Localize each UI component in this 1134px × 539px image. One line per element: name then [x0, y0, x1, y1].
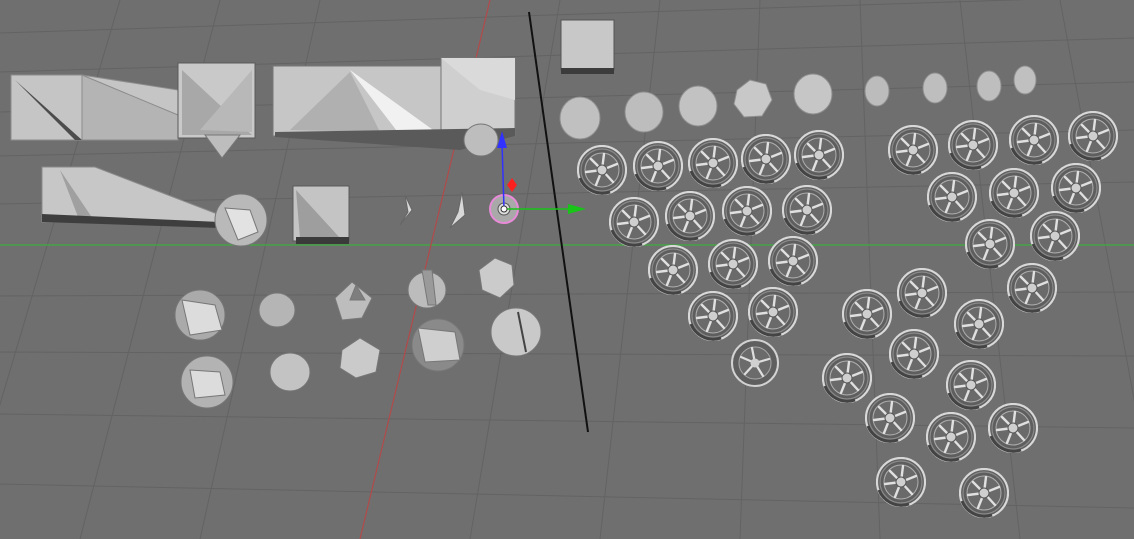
- wheel-array-left[interactable]: [577, 130, 844, 388]
- top-box-mesh[interactable]: [560, 19, 615, 74]
- divider-line[interactable]: [528, 11, 589, 433]
- rock-meshes[interactable]: [174, 193, 542, 409]
- x-handle-icon[interactable]: [507, 178, 517, 192]
- wheel-array-right[interactable]: [822, 111, 1118, 518]
- 3d-viewport[interactable]: [0, 0, 1134, 539]
- selected-object[interactable]: [463, 123, 519, 224]
